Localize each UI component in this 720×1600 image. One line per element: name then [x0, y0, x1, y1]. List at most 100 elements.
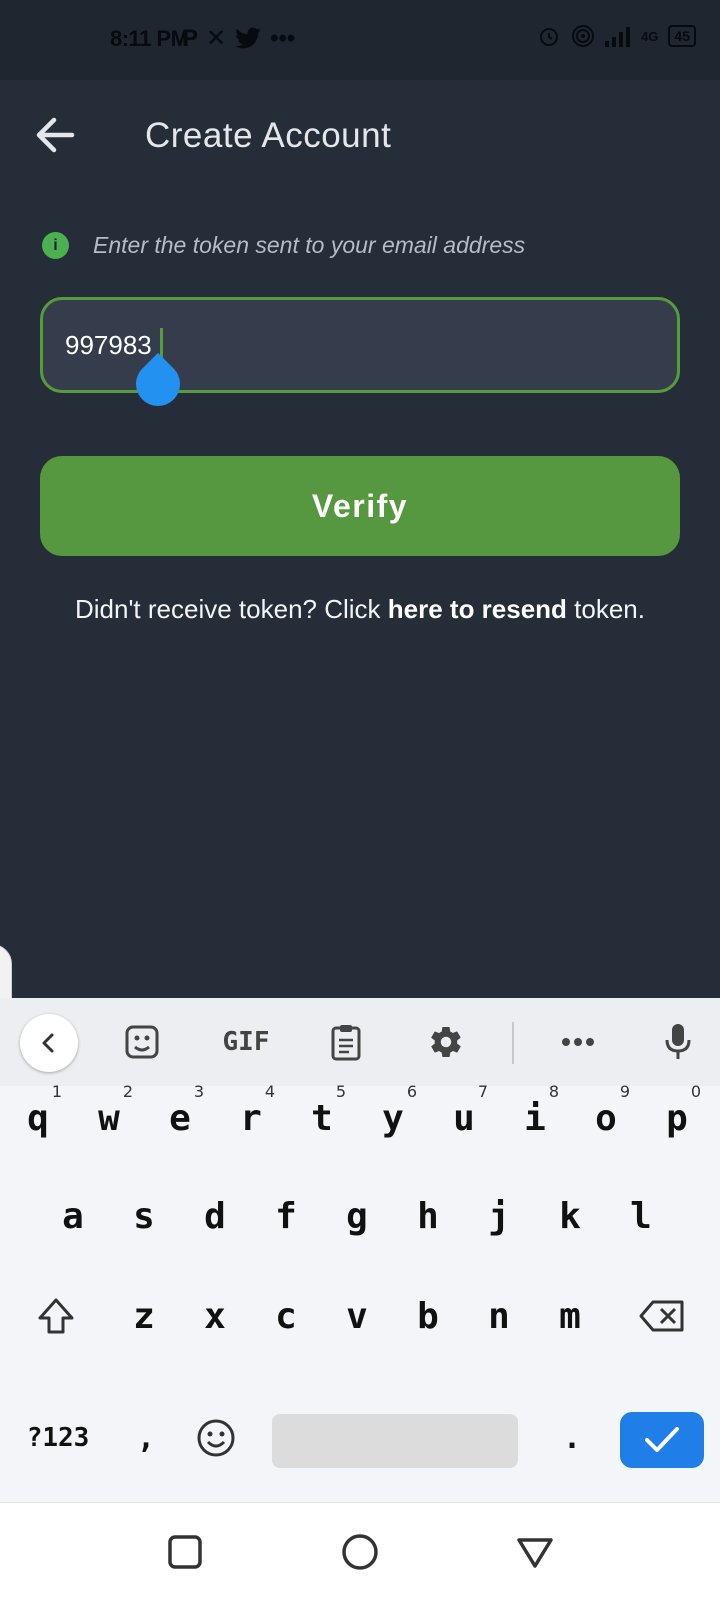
key-hint: 6 [406, 1082, 417, 1101]
key-m[interactable]: m [540, 1276, 600, 1356]
instruction-text: Enter the token sent to your email addre… [93, 232, 526, 258]
more-icon[interactable] [556, 1020, 600, 1064]
battery-icon: 45 [668, 25, 696, 47]
key-label: p [666, 1097, 688, 1139]
toolbar-divider [512, 1022, 514, 1064]
x-notification-icon: ✕ [206, 25, 227, 52]
key-label: e [169, 1097, 191, 1139]
key-p[interactable]: p0 [647, 1078, 707, 1158]
key-hint: 2 [122, 1082, 133, 1101]
resend-link[interactable]: here to resend [388, 594, 567, 624]
emoji-icon [197, 1419, 235, 1457]
twitter-icon [235, 27, 261, 48]
more-notifications-icon: ••• [270, 24, 296, 52]
emoji-key[interactable] [186, 1398, 246, 1478]
key-c[interactable]: c [256, 1276, 316, 1356]
key-b[interactable]: b [398, 1276, 458, 1356]
token-input[interactable]: 997983 [40, 297, 680, 416]
key-hint: 8 [548, 1082, 559, 1101]
resend-suffix: token. [566, 594, 645, 624]
key-hint: 9 [619, 1082, 630, 1101]
key-j[interactable]: j [469, 1176, 529, 1256]
key-o[interactable]: o9 [576, 1078, 636, 1158]
key-x[interactable]: x [185, 1276, 245, 1356]
verify-button[interactable]: Verify [40, 456, 680, 556]
caret-handle[interactable] [126, 352, 190, 416]
key-label: y [382, 1097, 404, 1139]
key-label: t [311, 1097, 333, 1139]
network-type-label: 4G [641, 28, 659, 44]
signal-icon [605, 27, 631, 47]
resend-prefix: Didn't receive token? Click [75, 594, 388, 624]
key-s[interactable]: s [114, 1176, 174, 1256]
app-header: Create Account [0, 80, 720, 190]
checkmark-icon [645, 1427, 679, 1452]
key-label: q [27, 1097, 49, 1139]
notification-icons: P ✕ ••• [182, 24, 295, 53]
space-key[interactable] [272, 1414, 518, 1468]
key-f[interactable]: f [256, 1176, 316, 1256]
symbols-key[interactable]: ?123 [22, 1398, 94, 1478]
token-input-value: 997983 [65, 330, 152, 360]
keyboard: GIF q1 w2 e3 r4 t5 y6 u7 i8 o9 p0 a s d … [0, 998, 720, 1502]
info-row: i Enter the token sent to your email add… [42, 232, 525, 259]
info-icon: i [42, 232, 69, 259]
alarm-icon [540, 28, 559, 46]
key-y[interactable]: y6 [363, 1078, 423, 1158]
key-n[interactable]: n [469, 1276, 529, 1356]
period-key[interactable]: . [542, 1398, 602, 1478]
arrow-left-icon[interactable] [32, 112, 78, 158]
key-u[interactable]: u7 [434, 1078, 494, 1158]
key-label: u [453, 1097, 475, 1139]
navigation-bar [0, 1502, 720, 1600]
clipboard-icon[interactable] [324, 1020, 368, 1064]
status-bar: 8:11 PM P ✕ ••• 4G 45 [0, 0, 720, 80]
resend-text: Didn't receive token? Click here to rese… [0, 594, 720, 625]
keyboard-toolbar: GIF [0, 998, 720, 1086]
page-title: Create Account [145, 116, 392, 155]
key-label: w [98, 1097, 120, 1139]
key-hint: 1 [51, 1082, 62, 1101]
gif-icon[interactable]: GIF [218, 1020, 274, 1064]
shift-key[interactable] [26, 1276, 86, 1356]
recents-square-icon[interactable] [164, 1531, 206, 1573]
key-q[interactable]: q1 [8, 1078, 68, 1158]
key-hint: 0 [690, 1082, 701, 1101]
chevron-left-icon[interactable] [20, 1014, 78, 1072]
key-hint: 3 [193, 1082, 204, 1101]
key-z[interactable]: z [114, 1276, 174, 1356]
comma-key[interactable]: , [116, 1398, 176, 1478]
home-circle-icon[interactable] [339, 1531, 381, 1573]
key-l[interactable]: l [611, 1176, 671, 1256]
hotspot-icon [572, 25, 595, 47]
key-t[interactable]: t5 [292, 1078, 352, 1158]
key-label: i [524, 1097, 546, 1139]
system-icons: 4G 45 [537, 24, 696, 48]
key-hint: 7 [477, 1082, 488, 1101]
gear-icon[interactable] [424, 1020, 468, 1064]
key-e[interactable]: e3 [150, 1078, 210, 1158]
status-time: 8:11 PM [110, 26, 189, 51]
key-k[interactable]: k [540, 1176, 600, 1256]
key-g[interactable]: g [327, 1176, 387, 1256]
key-w[interactable]: w2 [79, 1078, 139, 1158]
key-h[interactable]: h [398, 1176, 458, 1256]
mic-icon[interactable] [656, 1020, 700, 1064]
key-hint: 5 [335, 1082, 346, 1101]
gif-label: GIF [222, 1027, 270, 1057]
key-label: o [595, 1097, 617, 1139]
key-d[interactable]: d [185, 1176, 245, 1256]
shift-icon [38, 1298, 74, 1334]
backspace-key[interactable] [632, 1276, 692, 1356]
key-label: r [240, 1097, 262, 1139]
key-i[interactable]: i8 [505, 1078, 565, 1158]
enter-key[interactable] [620, 1412, 704, 1468]
key-a[interactable]: a [43, 1176, 103, 1256]
backspace-icon [639, 1300, 684, 1332]
back-triangle-icon[interactable] [514, 1531, 556, 1573]
key-hint: 4 [264, 1082, 275, 1101]
p-notification-icon: P [182, 24, 199, 52]
key-r[interactable]: r4 [221, 1078, 281, 1158]
key-v[interactable]: v [327, 1276, 387, 1356]
sticker-icon[interactable] [120, 1020, 164, 1064]
